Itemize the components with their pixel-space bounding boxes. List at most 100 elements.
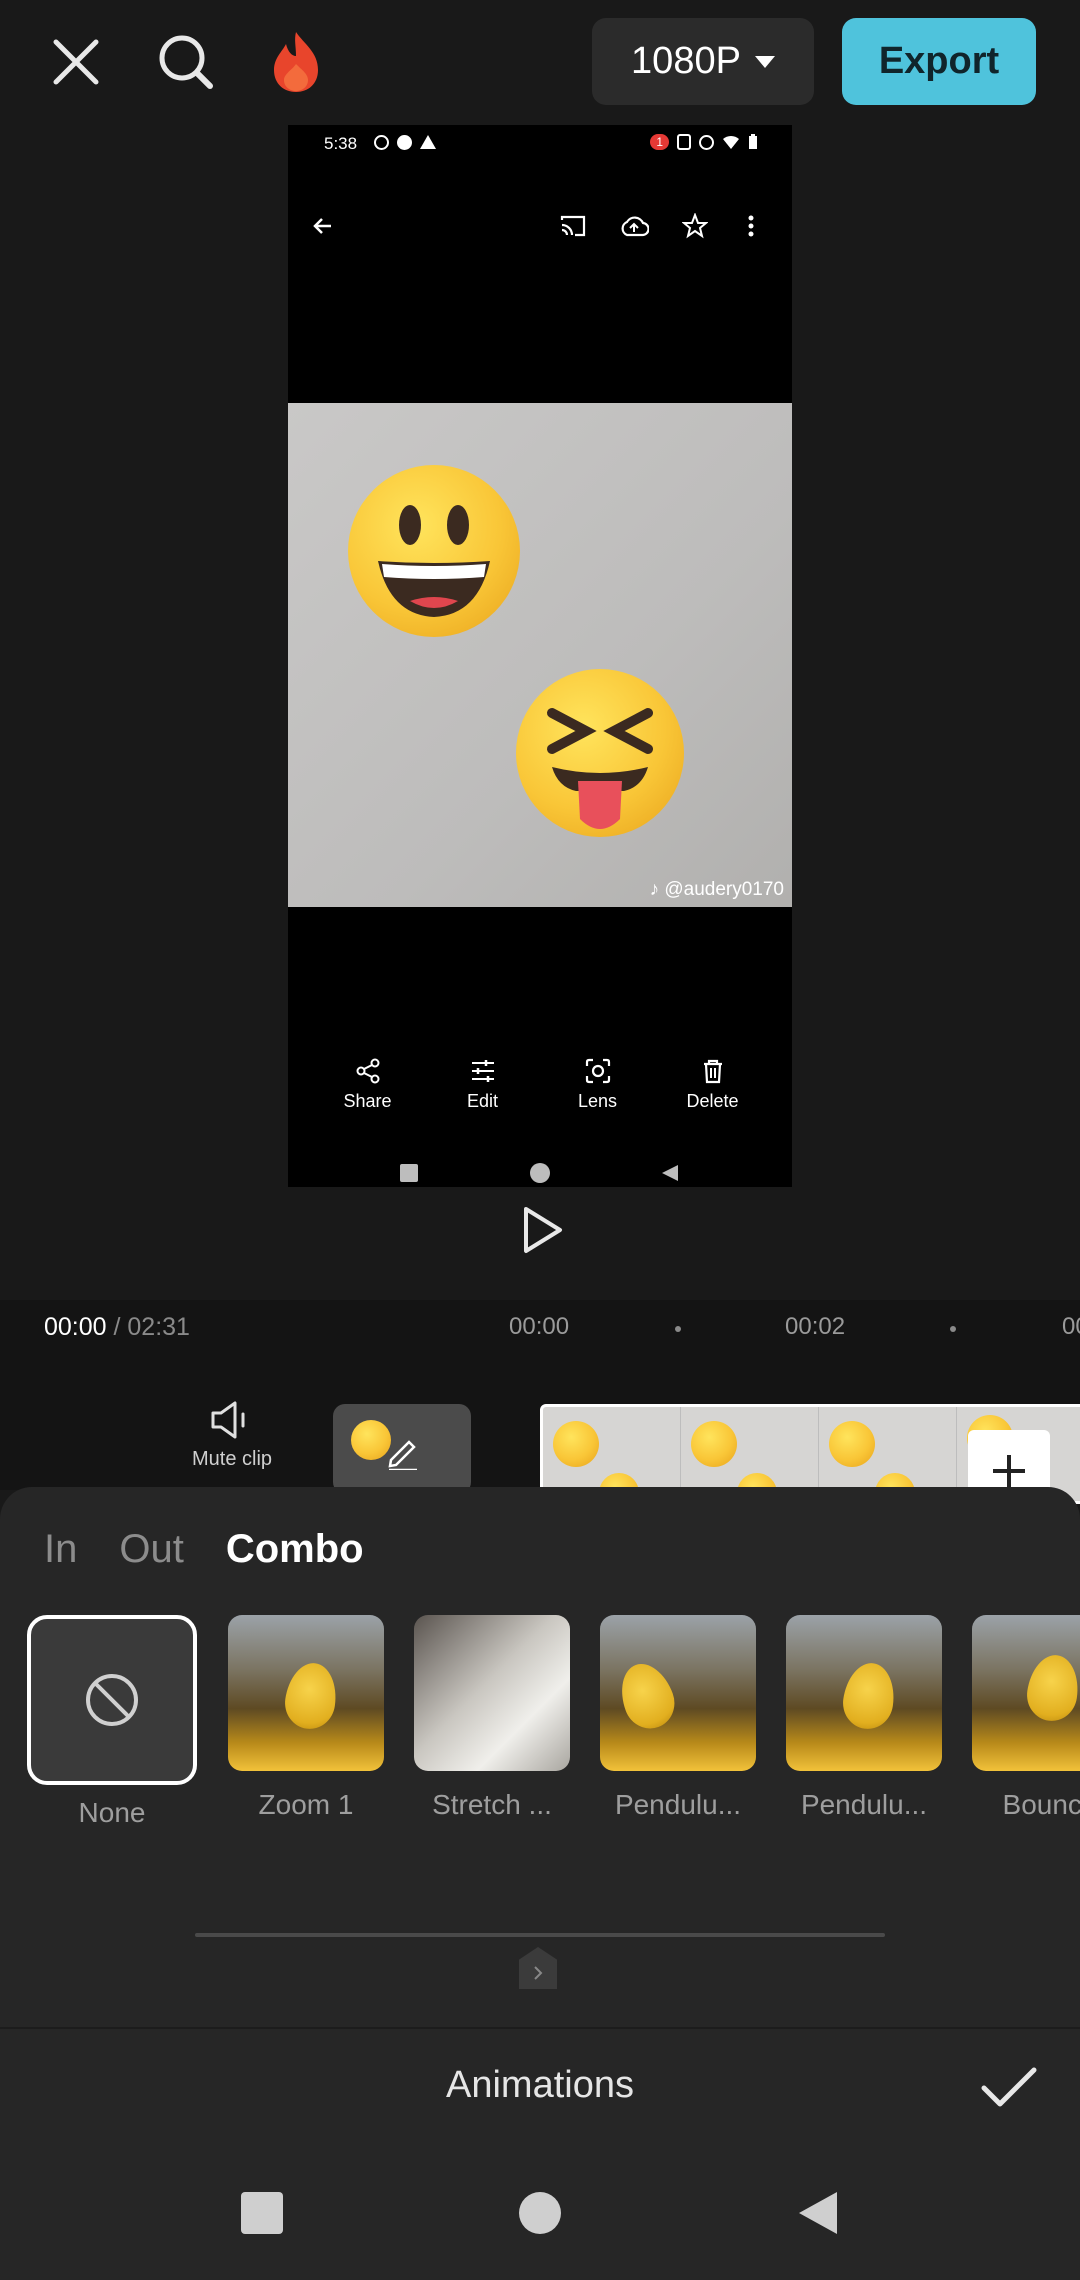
ruler-dot bbox=[675, 1326, 681, 1332]
current-time: 00:00 bbox=[44, 1313, 107, 1341]
leaf-image bbox=[281, 1659, 341, 1733]
preview-nav-bar bbox=[288, 1159, 792, 1185]
animation-item[interactable]: Stretch ... bbox=[414, 1615, 570, 1821]
back-button[interactable] bbox=[788, 2183, 848, 2243]
preview-back-icon bbox=[662, 1165, 678, 1181]
play-button[interactable] bbox=[516, 1201, 568, 1259]
home-button[interactable] bbox=[510, 2183, 570, 2243]
recents-icon bbox=[241, 2192, 283, 2234]
lens-icon bbox=[585, 1058, 610, 1084]
vibrate-icon bbox=[677, 134, 691, 150]
mute-clip-button[interactable]: Mute clip bbox=[182, 1400, 282, 1471]
preview-action-label: Edit bbox=[466, 1091, 499, 1111]
tab-in[interactable]: In bbox=[44, 1527, 77, 1572]
app-icon bbox=[397, 135, 412, 150]
animation-item[interactable]: Zoom 1 bbox=[228, 1615, 384, 1821]
tiktok-icon: ♪ bbox=[649, 879, 660, 900]
checkmark-icon bbox=[981, 2067, 1037, 2107]
tab-combo[interactable]: Combo bbox=[226, 1527, 364, 1572]
edit-pencil-icon bbox=[388, 1440, 417, 1470]
chevron-down-icon bbox=[754, 55, 775, 68]
plus-icon bbox=[993, 1455, 1025, 1487]
star-icon bbox=[680, 211, 710, 241]
more-vert-icon bbox=[736, 211, 766, 241]
back-arrow-icon bbox=[308, 211, 338, 241]
confirm-button[interactable] bbox=[974, 2053, 1044, 2123]
animation-item[interactable]: Pendulu... bbox=[600, 1615, 756, 1821]
animation-label: None bbox=[78, 1797, 146, 1828]
total-time: / 02:31 bbox=[106, 1313, 190, 1341]
cover-button[interactable] bbox=[333, 1404, 471, 1494]
recents-button[interactable] bbox=[232, 2183, 292, 2243]
animation-thumb bbox=[27, 1615, 197, 1785]
leaf-image bbox=[612, 1656, 682, 1736]
animation-thumb bbox=[414, 1615, 570, 1771]
ruler-label: 00: bbox=[1062, 1313, 1080, 1340]
duration-slider-handle[interactable] bbox=[519, 1947, 557, 1989]
resolution-dropdown[interactable]: 1080P bbox=[592, 18, 814, 105]
leaf-image bbox=[839, 1659, 899, 1733]
duration-slider-track[interactable] bbox=[195, 1933, 885, 1937]
preview-action-lens: Lens bbox=[548, 1057, 648, 1133]
back-icon bbox=[799, 2192, 837, 2234]
preview-home-icon bbox=[530, 1163, 550, 1183]
resolution-label: 1080P bbox=[631, 40, 741, 82]
preview-action-label: Delete bbox=[686, 1091, 739, 1111]
fire-icon[interactable] bbox=[258, 24, 334, 100]
preview-status-time: 5:38 bbox=[324, 134, 358, 153]
preview-recents-icon bbox=[400, 1164, 418, 1182]
clip-emoji bbox=[691, 1421, 737, 1467]
chevron-right-icon bbox=[534, 1966, 543, 1980]
record-icon bbox=[374, 135, 389, 150]
animation-item[interactable]: Pendulu... bbox=[786, 1615, 942, 1821]
cast-icon bbox=[558, 211, 588, 241]
animation-label: Pendulu... bbox=[614, 1789, 742, 1820]
ruler-dot bbox=[950, 1326, 956, 1332]
close-icon[interactable] bbox=[38, 24, 114, 100]
animation-thumb bbox=[228, 1615, 384, 1771]
tiktok-watermark: ♪ @audery0170 bbox=[650, 879, 784, 901]
system-nav-bar bbox=[0, 2145, 1080, 2280]
preview-action-edit: Edit bbox=[433, 1057, 533, 1133]
preview-action-label: Share bbox=[343, 1091, 392, 1111]
tab-out[interactable]: Out bbox=[119, 1527, 183, 1572]
preview-action-bar: Share Edit Lens Delete bbox=[288, 1057, 792, 1133]
animation-tabs: In Out Combo bbox=[44, 1527, 364, 1572]
cloud-upload-icon bbox=[619, 211, 649, 241]
divider bbox=[0, 2027, 1080, 2029]
preview-action-label: Lens bbox=[577, 1091, 618, 1111]
preview-action-delete: Delete bbox=[663, 1057, 763, 1133]
preview-status-bar: 5:38 1 bbox=[288, 125, 792, 163]
animation-label: Zoom 1 bbox=[258, 1789, 354, 1820]
squinting-tongue-emoji bbox=[516, 669, 684, 837]
search-icon[interactable] bbox=[148, 24, 224, 100]
video-preview[interactable]: 5:38 1 ♪ @audery0170 Share Edit Lens Del… bbox=[288, 125, 792, 1187]
dnd-icon bbox=[699, 134, 714, 150]
animation-label: Bounce bbox=[1002, 1789, 1080, 1820]
leaf-image bbox=[1023, 1651, 1080, 1725]
speaker-icon bbox=[211, 1401, 245, 1439]
warning-icon bbox=[420, 135, 436, 149]
mute-clip-label: Mute clip bbox=[191, 1448, 273, 1470]
battery-icon bbox=[749, 134, 757, 149]
timeline[interactable]: 00:00 / 02:31 00:00 00:02 00: Mute clip bbox=[0, 1300, 1080, 1512]
animation-item[interactable]: Bounce bbox=[972, 1615, 1080, 1821]
play-icon bbox=[524, 1207, 562, 1253]
ruler-label: 00:02 bbox=[785, 1313, 846, 1340]
wifi-icon bbox=[723, 135, 739, 149]
time-readout: 00:00 / 02:31 bbox=[44, 1313, 190, 1342]
animation-thumb bbox=[972, 1615, 1080, 1771]
export-button[interactable]: Export bbox=[842, 18, 1036, 105]
top-bar: 1080P Export bbox=[0, 0, 1080, 125]
watermark-text: @audery0170 bbox=[664, 879, 784, 900]
sheet-title: Animations bbox=[446, 2064, 634, 2106]
no-symbol-icon bbox=[86, 1674, 138, 1726]
animation-label: Stretch ... bbox=[432, 1789, 552, 1820]
preview-status-icons-right: 1 bbox=[650, 134, 758, 150]
clip-emoji bbox=[553, 1421, 599, 1467]
preview-status-icons-left bbox=[374, 135, 436, 150]
share-icon bbox=[356, 1058, 379, 1084]
preview-app-bar bbox=[288, 185, 792, 265]
animation-item-none[interactable]: None bbox=[27, 1615, 197, 1829]
sliders-icon bbox=[471, 1060, 494, 1082]
